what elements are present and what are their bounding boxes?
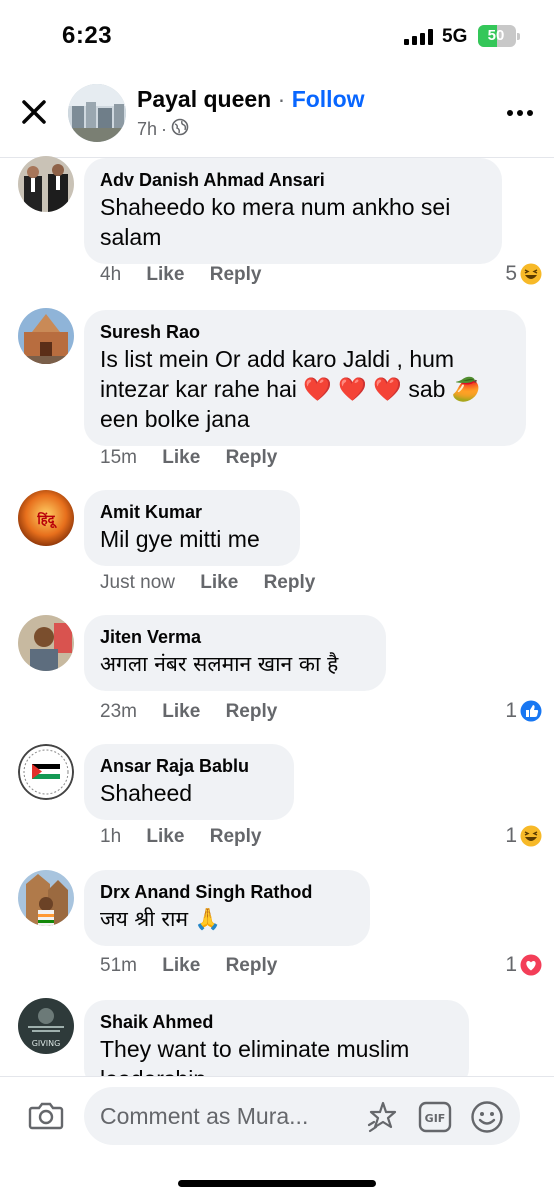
comment-author[interactable]: Suresh Rao xyxy=(100,320,510,344)
battery-icon: 50 xyxy=(478,25,520,47)
comment-actions: Just now Like Reply xyxy=(100,572,335,594)
comment-actions: 51m Like Reply xyxy=(100,955,297,977)
avatar-badge-text: हिंदू xyxy=(36,511,57,529)
comment-actions: 23m Like Reply xyxy=(100,701,297,723)
emoji-icon[interactable] xyxy=(470,1100,504,1134)
reaction-count: 1 xyxy=(505,953,517,976)
comment-bubble: Amit Kumar Mil gye mitti me xyxy=(84,490,300,566)
comment-author[interactable]: Drx Anand Singh Rathod xyxy=(100,880,354,904)
post-meta: 7h · xyxy=(137,118,189,141)
comment-author[interactable]: Ansar Raja Bablu xyxy=(100,754,278,778)
avatar[interactable]: GIVING xyxy=(18,998,74,1054)
comment-input[interactable] xyxy=(100,1099,360,1133)
comment-input-box[interactable]: GIF xyxy=(84,1087,520,1145)
comment-bubble: Jiten Verma अगला नंबर सलमान खान का है xyxy=(84,615,386,691)
camera-icon[interactable] xyxy=(28,1099,64,1131)
like-button[interactable]: Like xyxy=(162,447,200,468)
comment-bubble: Adv Danish Ahmad Ansari Shaheedo ko mera… xyxy=(84,158,502,264)
like-button[interactable]: Like xyxy=(162,701,200,722)
avatar[interactable] xyxy=(18,156,74,212)
reaction-count: 1 xyxy=(505,824,517,847)
comment-time: Just now xyxy=(100,572,175,593)
avatar[interactable] xyxy=(18,615,74,671)
page-avatar[interactable] xyxy=(68,84,126,142)
gif-label: GIF xyxy=(425,1112,446,1125)
haha-icon xyxy=(520,263,542,285)
like-button[interactable]: Like xyxy=(146,826,184,847)
reply-button[interactable]: Reply xyxy=(210,826,262,847)
network-label: 5G xyxy=(442,26,468,47)
post-header: Payal queen · Follow 7h · xyxy=(0,74,554,158)
reply-button[interactable]: Reply xyxy=(226,447,278,468)
page-name[interactable]: Payal queen xyxy=(137,86,271,112)
status-bar: 6:23 5G 50 xyxy=(0,0,554,70)
reaction-summary[interactable]: 5 xyxy=(505,262,542,286)
comment-author[interactable]: Jiten Verma xyxy=(100,625,370,649)
avatar[interactable] xyxy=(18,308,74,364)
more-options-icon[interactable] xyxy=(505,98,535,128)
haha-icon xyxy=(520,825,542,847)
globe-icon xyxy=(171,118,189,141)
love-reaction-icon xyxy=(520,954,542,976)
comment-bubble: Drx Anand Singh Rathod जय श्री राम 🙏 xyxy=(84,870,370,946)
battery-level: 50 xyxy=(487,27,505,44)
post-time: 7h xyxy=(137,119,158,139)
comment-time: 51m xyxy=(100,955,137,976)
follow-button[interactable]: Follow xyxy=(292,86,365,112)
close-icon[interactable] xyxy=(18,96,50,128)
reaction-count: 5 xyxy=(505,262,517,285)
reply-button[interactable]: Reply xyxy=(210,264,262,285)
comment-text: अगला नंबर सलमान खान का है xyxy=(100,652,339,676)
comment-time: 4h xyxy=(100,264,122,285)
avatar[interactable] xyxy=(18,744,74,800)
comment-actions: 15m Like Reply xyxy=(100,447,297,469)
reaction-summary[interactable]: 1 xyxy=(505,824,542,848)
page-title: Payal queen · Follow xyxy=(137,86,365,113)
separator-dot: · xyxy=(277,86,286,112)
comment-author[interactable]: Shaik Ahmed xyxy=(100,1010,453,1034)
comment-text: जय श्री राम 🙏 xyxy=(100,907,221,931)
comment-actions: 1h Like Reply xyxy=(100,826,281,848)
like-button[interactable]: Like xyxy=(162,955,200,976)
comment-text: Shaheedo ko mera num ankho sei salam xyxy=(100,194,451,250)
reply-button[interactable]: Reply xyxy=(226,955,278,976)
comment-text: Is list mein Or add karo Jaldi , hum int… xyxy=(100,346,481,432)
avatar-sticker-icon[interactable] xyxy=(366,1100,400,1134)
status-time: 6:23 xyxy=(62,22,113,49)
comment-author[interactable]: Adv Danish Ahmad Ansari xyxy=(100,168,486,192)
meta-dot: · xyxy=(161,119,168,139)
avatar[interactable]: हिंदू xyxy=(18,490,74,546)
avatar-badge-text: GIVING xyxy=(32,1039,61,1048)
comment-bubble: Ansar Raja Bablu Shaheed xyxy=(84,744,294,820)
like-reaction-icon xyxy=(520,700,542,722)
comment-time: 15m xyxy=(100,447,137,468)
reply-button[interactable]: Reply xyxy=(226,701,278,722)
comment-author[interactable]: Amit Kumar xyxy=(100,500,284,524)
reply-button[interactable]: Reply xyxy=(264,572,316,593)
comment-bubble: Suresh Rao Is list mein Or add karo Jald… xyxy=(84,310,526,446)
comment-actions: 4h Like Reply xyxy=(100,264,281,286)
reaction-count: 1 xyxy=(505,699,517,722)
signal-icon xyxy=(404,29,434,45)
like-button[interactable]: Like xyxy=(200,572,238,593)
gif-icon[interactable]: GIF xyxy=(418,1100,452,1134)
avatar[interactable] xyxy=(18,870,74,926)
home-indicator[interactable] xyxy=(178,1180,376,1187)
comment-text: Mil gye mitti me xyxy=(100,526,260,552)
comment-text: Shaheed xyxy=(100,780,193,806)
reaction-summary[interactable]: 1 xyxy=(505,953,542,977)
reaction-summary[interactable]: 1 xyxy=(505,699,542,723)
comment-time: 1h xyxy=(100,826,122,847)
comment-time: 23m xyxy=(100,701,137,722)
like-button[interactable]: Like xyxy=(146,264,184,285)
